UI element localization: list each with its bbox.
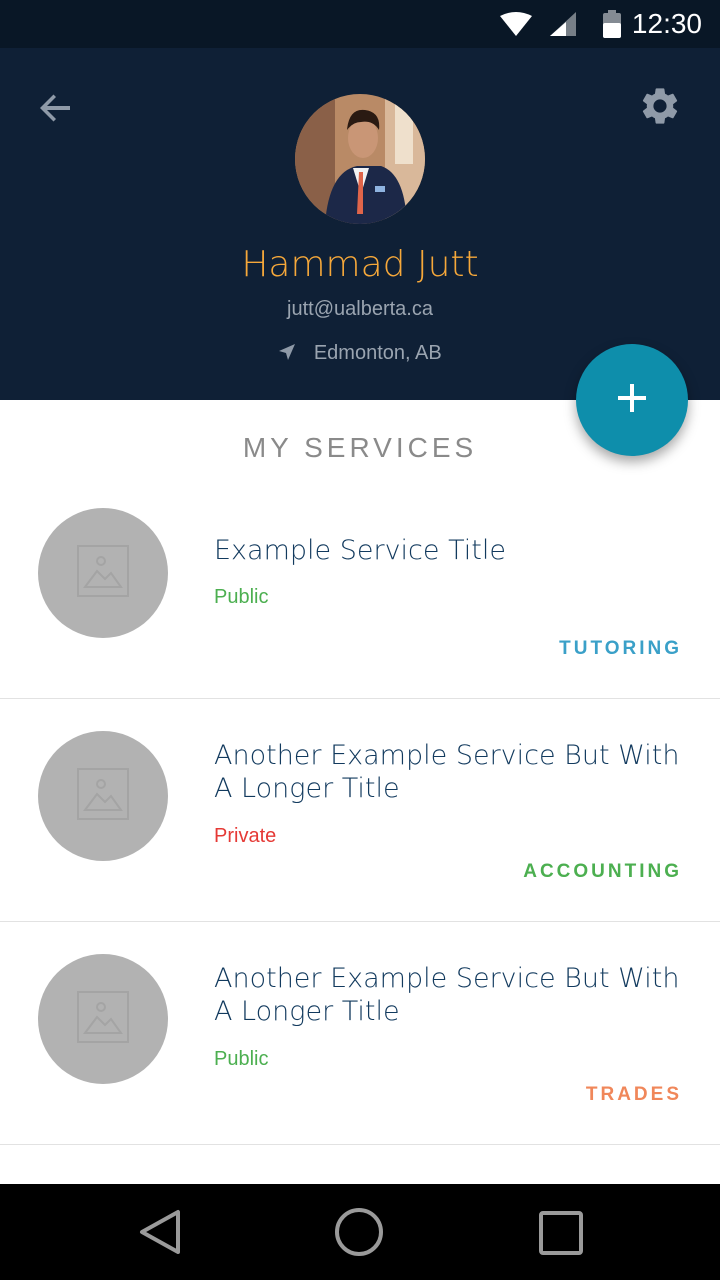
plus-icon bbox=[616, 382, 648, 419]
service-title: Another Example Service But With A Longe… bbox=[214, 963, 680, 1027]
status-time: 12:30 bbox=[631, 8, 702, 39]
settings-button[interactable] bbox=[638, 84, 682, 128]
battery-icon bbox=[602, 10, 622, 43]
back-button[interactable] bbox=[34, 86, 78, 130]
visibility-label: Public bbox=[214, 1048, 269, 1070]
gear-icon bbox=[638, 88, 682, 132]
arrow-left-icon bbox=[34, 94, 78, 134]
nav-back-icon[interactable] bbox=[136, 1208, 184, 1261]
image-placeholder-icon bbox=[77, 544, 129, 602]
status-bar: 12:30 bbox=[0, 0, 720, 48]
category-tag: TRADES bbox=[585, 1084, 682, 1105]
profile-email: jutt@ualberta.ca bbox=[287, 298, 433, 320]
nav-recents-icon[interactable] bbox=[538, 1210, 584, 1261]
section-title: MY SERVICES bbox=[242, 432, 478, 463]
service-item[interactable]: Another Example Service But With A Longe… bbox=[0, 922, 720, 1145]
service-thumbnail bbox=[38, 508, 168, 638]
signal-icon bbox=[550, 12, 576, 41]
service-list: Example Service Title Public TUTORING An… bbox=[0, 476, 720, 1205]
avatar[interactable] bbox=[295, 94, 425, 224]
service-title: Example Service Title bbox=[214, 535, 506, 566]
service-thumbnail bbox=[38, 731, 168, 861]
wifi-icon bbox=[500, 12, 532, 41]
image-placeholder-icon bbox=[77, 767, 129, 825]
service-item[interactable]: Another Example Service But With A Longe… bbox=[0, 699, 720, 922]
profile-name: Hammad Jutt bbox=[241, 244, 479, 285]
image-placeholder-icon bbox=[77, 990, 129, 1048]
visibility-label: Private bbox=[214, 825, 277, 847]
category-tag: ACCOUNTING bbox=[523, 861, 682, 882]
location-text: Edmonton, AB bbox=[313, 342, 442, 364]
nav-home-icon[interactable] bbox=[333, 1208, 385, 1265]
category-tag: TUTORING bbox=[559, 638, 682, 659]
navigation-arrow-icon bbox=[278, 343, 296, 367]
visibility-label: Public bbox=[214, 586, 269, 608]
service-title: Another Example Service But With A Longe… bbox=[214, 740, 680, 804]
service-item[interactable]: Example Service Title Public TUTORING bbox=[0, 476, 720, 699]
service-thumbnail bbox=[38, 954, 168, 1084]
navigation-bar bbox=[0, 1184, 720, 1280]
